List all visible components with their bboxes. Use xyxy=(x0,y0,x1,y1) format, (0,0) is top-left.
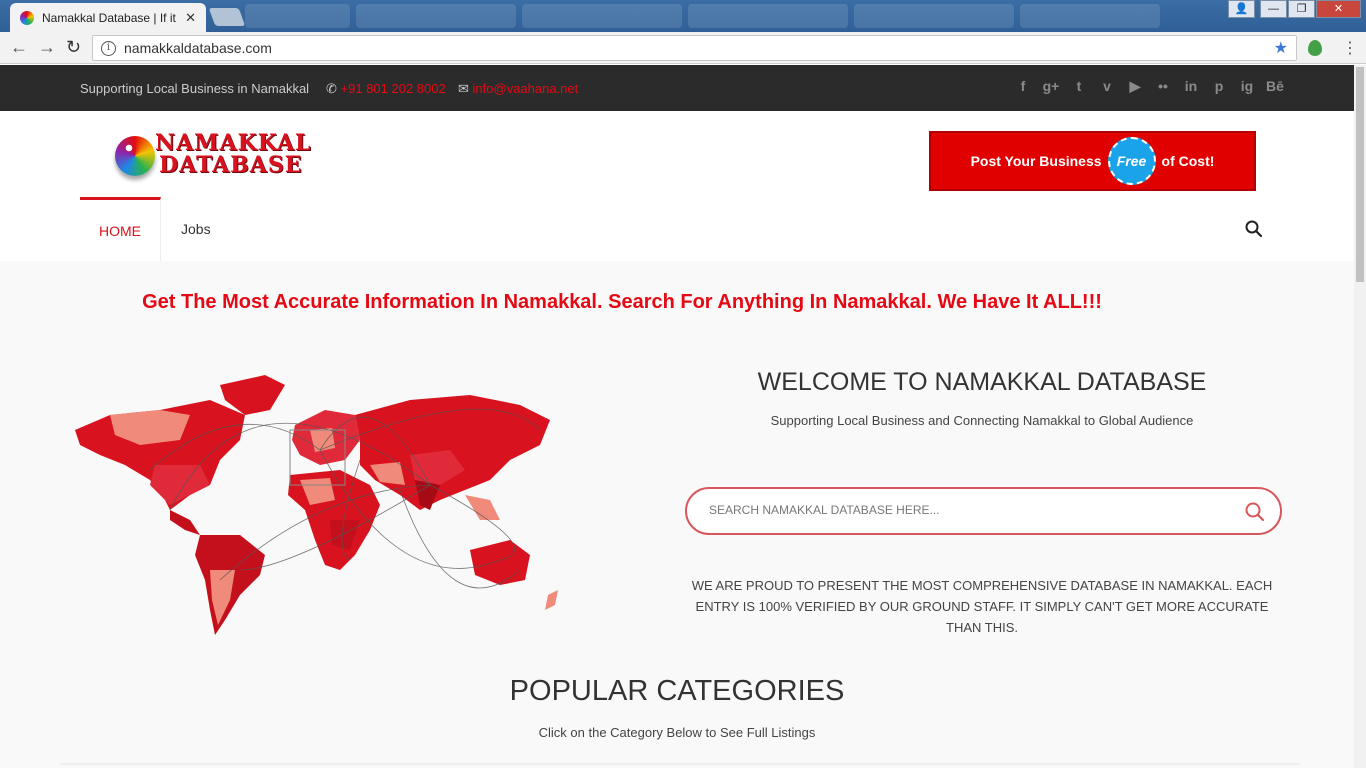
nav-home[interactable]: HOME xyxy=(80,197,161,261)
url-text[interactable]: namakkaldatabase.com xyxy=(124,40,272,56)
web-page: Supporting Local Business in Namakkal ✆ … xyxy=(0,65,1354,768)
user-icon[interactable]: 👤 xyxy=(1228,0,1255,18)
world-map-image xyxy=(75,375,558,635)
bookmark-star-icon[interactable]: ★ xyxy=(1274,38,1288,58)
info-icon[interactable]: i xyxy=(101,40,116,56)
youtube-icon[interactable]: ▶ xyxy=(1126,78,1144,95)
phone-icon: ✆ xyxy=(326,81,337,96)
site-logo[interactable]: NAMAKKAL DATABASE xyxy=(115,132,311,182)
browser-tab-active[interactable]: Namakkal Database | If it ✕ xyxy=(10,3,206,32)
behance-icon[interactable]: Bē xyxy=(1266,78,1284,95)
vimeo-icon[interactable]: v xyxy=(1098,78,1116,95)
favicon-icon xyxy=(20,10,34,25)
divider xyxy=(60,763,1300,765)
background-tab[interactable] xyxy=(854,4,1014,28)
post-business-banner[interactable]: Post Your Business Free of Cost! xyxy=(929,131,1256,191)
forward-button[interactable]: → xyxy=(38,38,56,56)
pinterest-icon[interactable]: p xyxy=(1210,78,1228,95)
browser-menu-icon[interactable]: ⋮ xyxy=(1342,38,1358,58)
reload-button[interactable]: ↻ xyxy=(66,38,81,56)
popular-categories-title: POPULAR CATEGORIES xyxy=(509,675,845,707)
email-icon: ✉ xyxy=(458,81,469,96)
promo-text-right: of Cost! xyxy=(1161,153,1215,169)
topbar-tagline: Supporting Local Business in Namakkal xyxy=(80,81,310,96)
hero-headline: Get The Most Accurate Information In Nam… xyxy=(142,291,1102,313)
email-link[interactable]: ✉ info@vaahana.net xyxy=(458,81,578,97)
welcome-title: WELCOME TO NAMAKKAL DATABASE xyxy=(757,368,1207,396)
promo-text-left: Post Your Business xyxy=(970,153,1102,169)
window-close-button[interactable]: ✕ xyxy=(1316,0,1361,18)
nav-jobs[interactable]: Jobs xyxy=(181,197,211,261)
tab-close-icon[interactable]: ✕ xyxy=(185,10,196,26)
restore-button[interactable]: ❐ xyxy=(1288,0,1315,18)
page-scrollbar[interactable] xyxy=(1354,65,1366,768)
about-text: WE ARE PROUD TO PRESENT THE MOST COMPREH… xyxy=(691,578,1273,635)
main-nav: HOME Jobs xyxy=(0,197,1354,261)
database-search-box xyxy=(685,487,1282,535)
linkedin-icon[interactable]: in xyxy=(1182,78,1200,95)
background-tab[interactable] xyxy=(688,4,848,28)
social-links: f g+ t v ▶ •• in p ig Bē xyxy=(1014,78,1284,95)
minimize-button[interactable]: — xyxy=(1260,0,1287,18)
search-submit-icon[interactable] xyxy=(1244,501,1266,523)
phone-link[interactable]: ✆ +91 801 202 8002 xyxy=(326,81,446,97)
twitter-icon[interactable]: t xyxy=(1070,78,1088,95)
top-info-bar: Supporting Local Business in Namakkal ✆ … xyxy=(0,65,1354,111)
google-plus-icon[interactable]: g+ xyxy=(1042,78,1060,95)
logo-text: NAMAKKAL DATABASE xyxy=(155,132,312,176)
scrollbar-thumb[interactable] xyxy=(1356,67,1364,282)
email-address[interactable]: info@vaahana.net xyxy=(473,81,579,96)
logo-line-1: NAMAKKAL xyxy=(155,130,312,156)
background-tab[interactable] xyxy=(356,4,516,28)
extension-icon[interactable] xyxy=(1308,40,1322,56)
welcome-subtitle: Supporting Local Business and Connecting… xyxy=(770,413,1194,428)
popular-categories-subtitle: Click on the Category Below to See Full … xyxy=(538,725,816,740)
background-tab[interactable] xyxy=(1020,4,1160,28)
logo-globe-icon xyxy=(115,136,155,176)
logo-line-2: DATABASE xyxy=(159,152,303,178)
browser-tabbar: Namakkal Database | If it ✕ 👤 — ❐ ✕ xyxy=(0,0,1366,32)
address-bar[interactable]: i namakkaldatabase.com ★ xyxy=(92,35,1297,61)
database-search-input[interactable] xyxy=(709,503,1229,517)
background-tab[interactable] xyxy=(245,4,350,28)
browser-toolbar: ← → ↻ i namakkaldatabase.com ★ ⋮ xyxy=(0,32,1366,64)
tab-title: Namakkal Database | If it xyxy=(42,10,176,25)
site-header: NAMAKKAL DATABASE Post Your Business Fre… xyxy=(0,111,1354,261)
flickr-icon[interactable]: •• xyxy=(1154,78,1172,95)
phone-number[interactable]: +91 801 202 8002 xyxy=(341,81,446,96)
back-button[interactable]: ← xyxy=(10,38,28,56)
search-icon[interactable] xyxy=(1244,219,1264,239)
free-badge: Free xyxy=(1107,137,1156,185)
background-tab[interactable] xyxy=(522,4,682,28)
new-tab-button[interactable] xyxy=(208,8,246,26)
instagram-icon[interactable]: ig xyxy=(1238,78,1256,95)
facebook-icon[interactable]: f xyxy=(1014,78,1032,95)
